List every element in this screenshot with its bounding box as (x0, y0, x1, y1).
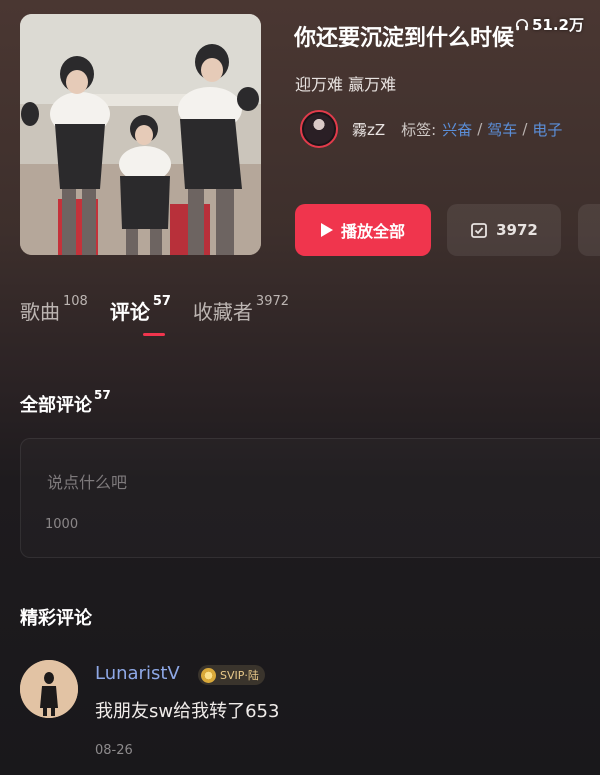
tab-collectors[interactable]: 收藏者 3972 (192, 294, 290, 325)
avatar[interactable] (20, 660, 78, 718)
play-icon (320, 223, 333, 237)
user-avatar-image (20, 660, 78, 718)
more-actions-button[interactable] (578, 204, 600, 256)
tab-label: 收藏者 (192, 300, 253, 324)
all-comments-heading: 全部评论 57 (20, 388, 111, 417)
tab-comments[interactable]: 评论 57 (109, 294, 171, 325)
all-comments-count: 57 (94, 388, 111, 402)
collect-count: 3972 (496, 221, 538, 239)
tag-link[interactable]: 兴奋 (442, 119, 472, 140)
tab-count: 108 (63, 294, 88, 309)
headphones-icon (515, 18, 529, 30)
tag-separator: / (522, 120, 528, 138)
tab-label: 歌曲 (20, 300, 60, 324)
cover-photo (20, 14, 261, 255)
collect-button[interactable]: 3972 (447, 204, 561, 256)
play-all-label: 播放全部 (340, 222, 405, 241)
play-count: 51.2万 (515, 14, 584, 35)
play-all-button[interactable]: 播放全部 (295, 204, 431, 256)
tab-bar: 歌曲 108 评论 57 收藏者 3972 (20, 294, 311, 325)
creator-row: 霧zZ 标签: 兴奋 / 驾车 / 电子 (300, 110, 562, 148)
svip-badge-label: SVIP·陆 (220, 669, 259, 682)
tag-link[interactable]: 电子 (532, 119, 562, 140)
all-comments-title: 全部评论 (20, 395, 92, 416)
vip-coin-icon (201, 667, 216, 683)
char-limit-counter: 1000 (45, 517, 79, 532)
playlist-cover[interactable] (20, 14, 261, 255)
tab-count: 3972 (255, 294, 290, 309)
tags-label: 标签: (401, 120, 437, 139)
active-tab-indicator (143, 333, 165, 336)
creator-avatar[interactable] (300, 110, 338, 148)
tag-separator: / (477, 120, 483, 138)
collect-folder-icon (471, 223, 488, 238)
svip-badge[interactable]: SVIP·陆 (198, 665, 265, 685)
creator-name[interactable]: 霧zZ (352, 119, 385, 140)
tab-songs[interactable]: 歌曲 108 (20, 294, 88, 325)
playlist-description: 迎万难 赢万难 (295, 75, 397, 94)
comment-text: 我朋友sw给我转了653 (95, 701, 280, 722)
playlist-title: 你还要沉淀到什么时候 (294, 26, 515, 51)
tab-label: 评论 (109, 300, 150, 324)
featured-comments-heading: 精彩评论 (20, 608, 92, 629)
comment-username[interactable]: LunaristV (95, 663, 180, 684)
comment-input[interactable] (20, 438, 600, 558)
comment-date: 08-26 (95, 743, 133, 758)
tab-count: 57 (152, 294, 171, 309)
tag-link[interactable]: 驾车 (487, 119, 517, 140)
play-count-value: 51.2万 (531, 16, 584, 34)
comment-input-placeholder: 说点什么吧 (47, 473, 128, 492)
